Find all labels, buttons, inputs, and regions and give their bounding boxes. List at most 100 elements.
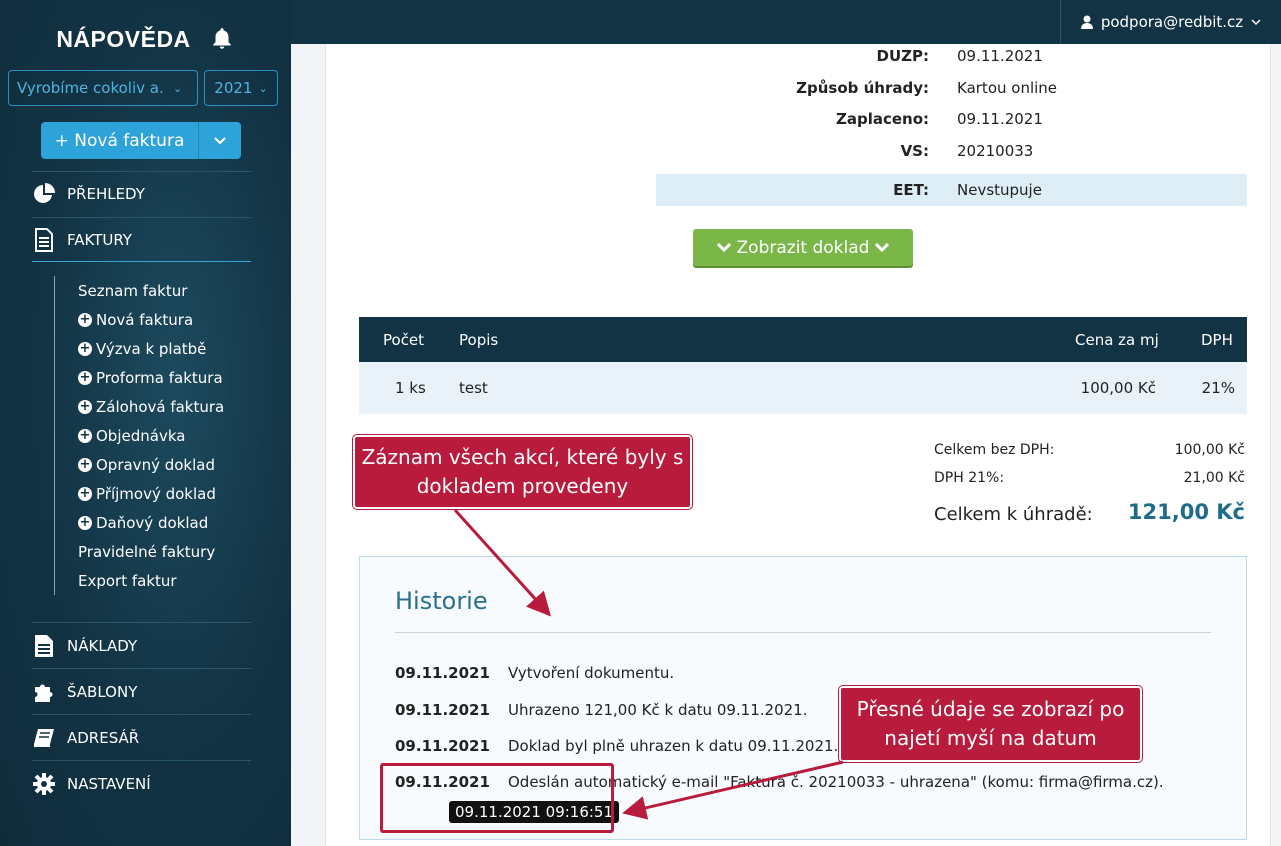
new-invoice-dropdown-toggle[interactable] (199, 122, 241, 159)
total-due-label: Celkem k úhradě: (934, 504, 1093, 525)
subnav-item-export[interactable]: Export faktur (55, 566, 254, 595)
callout-history-note: Záznam všech akcí, které byly s dokladem… (352, 434, 693, 510)
subnav-label: Export faktur (78, 571, 177, 590)
company-select[interactable]: Vyrobíme cokoliv a. s ⌄ (8, 70, 198, 106)
vat-value: 21,00 Kč (1183, 470, 1245, 486)
subnav-label: Proforma faktura (96, 368, 223, 387)
year-select[interactable]: 2021 ⌄ (204, 70, 278, 106)
plus-circle-icon: + (78, 399, 92, 414)
sidebar: NÁPOVĚDA Vyrobíme cokoliv a. s ⌄ 2021 ⌄ … (0, 0, 291, 846)
detail-label: DUZP: (876, 47, 930, 65)
chevron-down-icon (875, 242, 890, 252)
detail-value: 09.11.2021 (957, 47, 1043, 65)
plus-circle-icon: + (78, 341, 92, 356)
cell-description: test (459, 379, 488, 397)
nav-label: NÁKLADY (67, 637, 138, 655)
nav-label: PŘEHLEDY (67, 185, 145, 203)
detail-duzp: DUZP: (326, 40, 930, 72)
nav-divider (32, 714, 251, 715)
nav-item-sablony[interactable]: ŠABLONY (32, 670, 251, 714)
nav-item-faktury[interactable]: FAKTURY (32, 218, 251, 262)
detail-value: 20210033 (957, 142, 1034, 160)
show-document-label: Zobrazit doklad (736, 237, 870, 258)
vat-label: DPH 21%: (934, 470, 1005, 486)
chevron-down-icon (716, 242, 731, 252)
detail-payment: Způsob úhrady: (326, 72, 929, 104)
column-header-vat: DPH (1201, 330, 1233, 349)
plus-circle-icon: + (78, 370, 92, 385)
chevron-down-icon (214, 136, 226, 144)
highlight-box (380, 763, 614, 833)
callout-hover-note: Přesné údaje se zobrazí po najetí myší n… (838, 685, 1143, 763)
items-table-header: Počet Popis Cena za mj DPH (359, 317, 1247, 362)
nav-item-adresar[interactable]: ADRESÁŘ (32, 716, 251, 760)
nav-label: FAKTURY (67, 230, 132, 249)
divider (395, 632, 1211, 633)
subnav-item-prijmovy[interactable]: + Příjmový doklad (55, 479, 254, 508)
detail-value: Nevstupuje (957, 181, 1042, 199)
document-icon (32, 227, 56, 252)
plus-circle-icon: + (78, 486, 92, 501)
new-invoice-button-group: + Nová faktura (41, 122, 241, 159)
detail-label: Zaplaceno: (835, 110, 929, 128)
chevron-down-icon: ⌄ (258, 81, 268, 95)
history-title: Historie (395, 587, 488, 615)
chevron-down-icon: ⌄ (173, 81, 183, 95)
history-date[interactable]: 09.11.2021 (395, 664, 508, 682)
total-without-vat-label: Celkem bez DPH: (934, 442, 1055, 458)
nav-label: NASTAVENÍ (67, 775, 151, 793)
history-text: Vytvoření dokumentu. (508, 664, 675, 682)
history-text: Doklad byl plně uhrazen k datu 09.11.202… (508, 737, 839, 755)
file-text-icon (32, 634, 56, 658)
subnav-item-zalohova[interactable]: + Zálohová faktura (55, 392, 254, 421)
history-entry: 09.11.2021 Doklad byl plně uhrazen k dat… (395, 734, 838, 758)
detail-eet: EET: (326, 174, 929, 206)
detail-paid: Zaplaceno: (326, 103, 929, 135)
subnav-item-opravny[interactable]: + Opravný doklad (55, 450, 254, 479)
puzzle-icon (32, 680, 56, 704)
subnav-item-objednavka[interactable]: + Objednávka (55, 421, 254, 450)
subnav-label: Pravidelné faktury (78, 542, 216, 561)
subnav-label: Opravný doklad (96, 455, 215, 474)
subnav-item-proforma[interactable]: + Proforma faktura (55, 363, 254, 392)
book-icon (32, 726, 56, 750)
company-select-value: Vyrobíme cokoliv a. s (17, 79, 167, 97)
history-date[interactable]: 09.11.2021 (395, 737, 508, 755)
user-menu[interactable]: podpora@redbit.cz (1060, 0, 1281, 44)
new-invoice-button[interactable]: + Nová faktura (41, 122, 199, 159)
detail-label: VS: (900, 142, 929, 160)
history-date[interactable]: 09.11.2021 (395, 701, 508, 719)
nav-item-nastaveni[interactable]: NASTAVENÍ (32, 762, 251, 806)
detail-vs: VS: (326, 135, 929, 167)
column-header-count: Počet (383, 330, 425, 349)
subnav-item-pravidelne[interactable]: Pravidelné faktury (55, 537, 254, 566)
subnav-label: Výzva k platbě (96, 339, 207, 358)
plus-circle-icon: + (78, 312, 92, 327)
nav-divider (32, 760, 251, 761)
detail-value: Kartou online (957, 79, 1058, 97)
nav-divider (32, 668, 251, 669)
cell-vat: 21% (1201, 379, 1235, 397)
subnav-item-nova[interactable]: + Nová faktura (55, 305, 254, 334)
app-title: NÁPOVĚDA (56, 25, 191, 52)
subnav-item-seznam[interactable]: Seznam faktur (55, 276, 254, 305)
subnav-label: Objednávka (96, 426, 186, 445)
nav-item-prehledy[interactable]: PŘEHLEDY (32, 172, 251, 216)
user-email: podpora@redbit.cz (1100, 13, 1244, 31)
top-bar: podpora@redbit.cz (291, 0, 1281, 44)
subnav-item-danovy[interactable]: + Daňový doklad (55, 508, 254, 537)
subnav-label: Daňový doklad (96, 513, 209, 532)
bell-icon[interactable] (209, 26, 235, 52)
nav-label: ADRESÁŘ (67, 729, 140, 747)
user-icon (1080, 15, 1093, 29)
subnav-label: Příjmový doklad (96, 484, 216, 503)
show-document-button[interactable]: Zobrazit doklad (693, 229, 913, 266)
plus-circle-icon: + (78, 515, 92, 530)
column-header-unit-price: Cena za mj (1075, 330, 1159, 349)
items-table: Počet Popis Cena za mj DPH 1 ks test 100… (359, 317, 1247, 414)
nav-label: ŠABLONY (67, 683, 138, 701)
column-header-description: Popis (459, 330, 499, 349)
subnav-item-vyzva[interactable]: + Výzva k platbě (55, 334, 254, 363)
history-entry: 09.11.2021 Uhrazeno 121,00 Kč k datu 09.… (395, 698, 807, 722)
nav-item-naklady[interactable]: NÁKLADY (32, 624, 251, 668)
